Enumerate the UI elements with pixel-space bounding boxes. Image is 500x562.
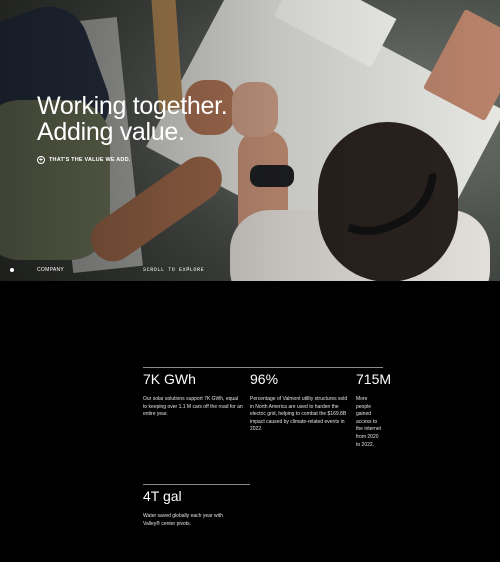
stat-value: 7K GWh xyxy=(143,371,196,387)
impact-stats-section: 7K GWh Our solar solutions support 7K GW… xyxy=(0,281,500,562)
value-cta-link[interactable]: + THAT'S THE VALUE WE ADD. xyxy=(37,156,130,164)
stat-value: 715M xyxy=(356,371,392,387)
hero-title: Working together. Adding value. xyxy=(37,92,228,146)
slide-dot-indicator[interactable] xyxy=(10,268,14,272)
stat-description: More people gained access to the interne… xyxy=(356,396,382,448)
company-label: COMPANY xyxy=(37,267,65,273)
hero-section: Working together. Adding value. + THAT'S… xyxy=(0,0,500,281)
scroll-to-explore-label[interactable]: SCROLL TO EXPLORE xyxy=(143,267,204,273)
stat-description: Our solar solutions support 7K GWh, equa… xyxy=(143,396,243,418)
hero-title-line-2: Adding value. xyxy=(37,118,185,146)
stat-value: 96% xyxy=(250,371,279,387)
stat-value: 4T gal xyxy=(143,488,182,504)
stat-divider-line xyxy=(143,484,250,485)
arrow-down-icon[interactable]: ↓ xyxy=(187,266,190,272)
stats-divider-line xyxy=(143,367,383,368)
stat-description: Percentage of Valmont utility structures… xyxy=(250,396,348,433)
hero-footer: COMPANY SCROLL TO EXPLORE ↓ xyxy=(0,266,500,276)
stat-description: Water saved globally each year with Vall… xyxy=(143,513,223,527)
hero-title-line-1: Working together. xyxy=(37,92,228,120)
plus-circle-icon: + xyxy=(37,156,45,164)
stats-divider xyxy=(143,367,383,368)
value-cta-label: THAT'S THE VALUE WE ADD. xyxy=(49,157,131,163)
